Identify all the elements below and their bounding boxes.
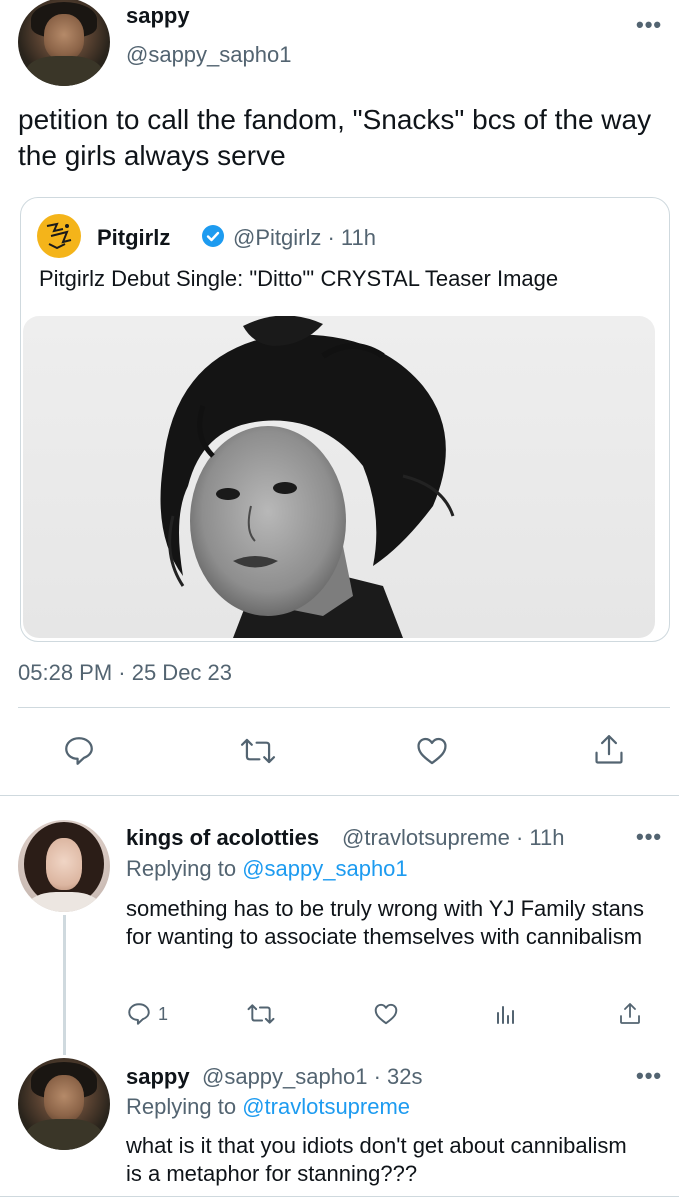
divider — [18, 707, 670, 708]
avatar-face — [43, 13, 85, 60]
author-name[interactable]: sappy — [126, 3, 190, 29]
thread-line — [63, 915, 66, 1055]
quote-text: Pitgirlz Debut Single: "Ditto"' CRYSTAL … — [39, 266, 559, 291]
avatar-body — [25, 1118, 103, 1150]
quote-author-name[interactable]: Pitgirlz — [97, 225, 170, 251]
tweet-text: petition to call the fandom, "Snacks" bc… — [18, 104, 652, 171]
avatar-face — [43, 1074, 85, 1123]
quote-handle-time[interactable]: @Pitgirlz · 11h — [233, 225, 376, 251]
pitgirlz-logo-icon[interactable] — [37, 214, 81, 258]
reply-author-name[interactable]: sappy — [126, 1064, 190, 1090]
divider — [0, 795, 679, 796]
replying-label: Replying to — [126, 1094, 237, 1119]
avatar-body — [25, 56, 103, 86]
share-icon[interactable] — [618, 1000, 642, 1028]
replying-label: Replying to — [126, 856, 237, 881]
like-icon[interactable] — [414, 734, 450, 768]
retweet-icon[interactable] — [240, 734, 276, 768]
analytics-icon[interactable] — [494, 1002, 518, 1028]
share-icon[interactable] — [592, 732, 626, 768]
more-icon[interactable]: ••• — [636, 824, 662, 850]
mention-link[interactable]: @travlotsupreme — [242, 1094, 410, 1119]
quote-tweet-card[interactable]: Pitgirlz @Pitgirlz · 11h Pitgirlz Debut … — [20, 197, 670, 642]
reply-author-name[interactable]: kings of acolotties — [126, 825, 319, 851]
reply-text: what is it that you idiots don't get abo… — [126, 1133, 627, 1186]
reply-avatar[interactable] — [18, 820, 110, 912]
replying-to: Replying to @travlotsupreme — [126, 1094, 410, 1120]
like-icon[interactable] — [372, 1001, 400, 1027]
verified-badge-icon — [202, 225, 224, 247]
tweet-timestamp[interactable]: 05:28 PM · 25 Dec 23 — [18, 660, 232, 686]
reply-icon[interactable] — [62, 734, 96, 768]
reply-text: something has to be truly wrong with YJ … — [126, 896, 645, 949]
retweet-icon[interactable] — [246, 1001, 276, 1027]
mention-link[interactable]: @sappy_sapho1 — [242, 856, 407, 881]
divider — [0, 1196, 679, 1197]
avatar-face — [45, 838, 83, 890]
portrait-illustration — [160, 316, 455, 638]
reply-count: 1 — [158, 1004, 169, 1024]
replying-to: Replying to @sappy_sapho1 — [126, 856, 408, 882]
reply-handle-time[interactable]: @travlotsupreme · 11h — [342, 825, 564, 851]
reply-avatar[interactable] — [18, 1058, 110, 1150]
reply-icon[interactable] — [126, 1001, 152, 1027]
author-handle[interactable]: @sappy_sapho1 — [126, 42, 291, 68]
teaser-image[interactable] — [23, 316, 655, 638]
reply-handle-time[interactable]: @sappy_sapho1 · 32s — [202, 1064, 422, 1090]
author-avatar[interactable] — [18, 0, 110, 86]
more-icon[interactable]: ••• — [636, 1063, 662, 1089]
more-icon[interactable]: ••• — [636, 12, 662, 38]
